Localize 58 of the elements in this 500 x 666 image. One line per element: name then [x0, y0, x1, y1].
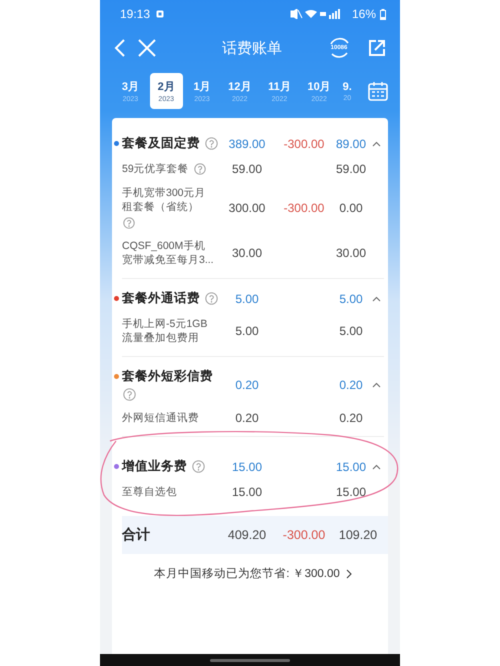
charge-amount: 300.00 — [228, 200, 266, 214]
share-icon — [368, 39, 386, 57]
calendar-icon — [368, 81, 388, 101]
charge-total: 15.00 — [336, 485, 366, 499]
charge-name: CQSF_600M手机宽带减免至每月3... — [122, 239, 214, 267]
battery-icon — [380, 8, 386, 20]
charge-name: 59元优享套餐 — [122, 162, 189, 176]
charge-name: 外网短信通讯费 — [122, 411, 199, 425]
category-name: 套餐外短彩信费 — [122, 368, 213, 385]
back-icon — [114, 39, 126, 57]
total-discount: -300.00 — [282, 528, 326, 542]
charge-amount: 5.00 — [235, 324, 259, 338]
category-name: 增值业务费 — [122, 458, 187, 475]
category-total: 89.00 — [336, 136, 366, 150]
charge-total: 5.00 — [339, 324, 363, 338]
charge-name: 至尊自选包 — [122, 485, 177, 499]
help-icon[interactable] — [205, 292, 218, 305]
notification-icon — [156, 10, 164, 18]
chevron-up-icon — [372, 296, 380, 302]
total-label: 合计 — [122, 526, 150, 544]
charge-name: 手机宽带300元月租套餐（省统） — [122, 186, 207, 214]
help-icon[interactable] — [205, 137, 218, 150]
charge-amount: 30.00 — [232, 246, 262, 260]
status-time: 19:13 — [120, 7, 150, 21]
category-total: 0.20 — [339, 378, 363, 392]
category-amount: 5.00 — [235, 292, 259, 306]
charge-total: 59.00 — [336, 162, 366, 176]
charge-discount: -300.00 — [284, 200, 324, 214]
category-total: 15.00 — [336, 460, 366, 474]
total-value: 109.20 — [338, 528, 378, 542]
help-icon[interactable] — [123, 217, 135, 229]
category-discount: -300.00 — [284, 136, 324, 150]
help-icon[interactable] — [194, 163, 206, 175]
category-amount: 389.00 — [228, 136, 266, 150]
chevron-right-icon — [346, 568, 352, 578]
charge-name: 手机上网-5元1GB流量叠加包费用 — [122, 317, 208, 345]
charge-amount: 15.00 — [232, 485, 262, 499]
help-icon[interactable] — [192, 460, 205, 473]
total-amount: 409.20 — [228, 528, 266, 542]
charge-amount: 0.20 — [235, 411, 259, 425]
chevron-up-icon — [372, 464, 380, 470]
charge-total: 0.20 — [339, 411, 363, 425]
charge-total: 0.00 — [339, 200, 363, 214]
page-title: 话费账单 — [221, 38, 283, 58]
category-amount: 0.20 — [235, 378, 259, 392]
help-icon[interactable] — [123, 388, 136, 401]
close-icon — [138, 39, 156, 57]
chevron-up-icon — [372, 140, 380, 146]
category-amount: 15.00 — [232, 460, 262, 474]
home-indicator[interactable] — [210, 658, 290, 662]
category-total: 5.00 — [339, 292, 363, 306]
category-name: 套餐及固定费 — [122, 135, 200, 152]
battery-level: 16% — [352, 7, 376, 21]
category-name: 套餐外通话费 — [122, 290, 200, 307]
charge-amount: 59.00 — [232, 162, 262, 176]
charge-total: 30.00 — [336, 246, 366, 260]
savings-link[interactable]: 本月中国移动已为您节省: ￥300.00 — [154, 554, 352, 593]
chevron-up-icon — [372, 382, 380, 388]
